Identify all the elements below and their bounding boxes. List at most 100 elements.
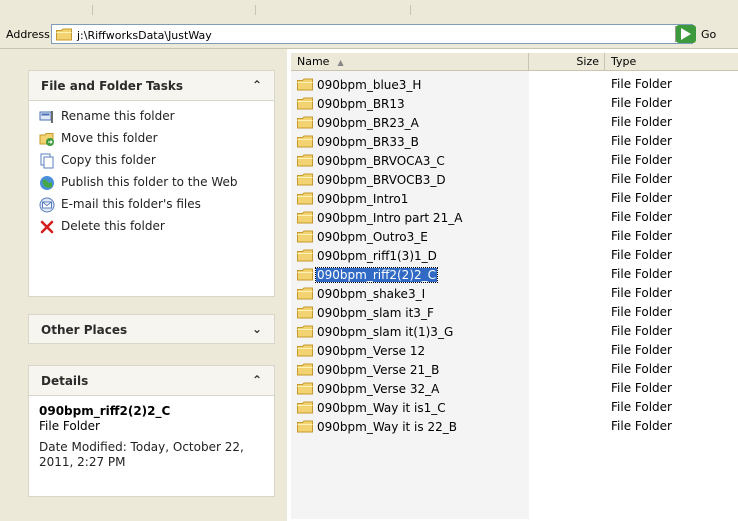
task-move-folder[interactable]: Move this folder bbox=[39, 131, 264, 147]
file-name-cell[interactable]: 090bpm_BRVOCA3_C bbox=[297, 152, 446, 169]
list-item[interactable]: 090bpm_Intro1 File Folder bbox=[291, 189, 738, 208]
go-label: Go bbox=[701, 27, 717, 41]
list-item[interactable]: 090bpm_BR33_B File Folder bbox=[291, 132, 738, 151]
file-folder-tasks-panel: File and Folder Tasks ⌃ Rename this fold… bbox=[28, 70, 275, 297]
column-header-type[interactable]: Type bbox=[605, 53, 738, 70]
list-item-selected[interactable]: 090bpm_riff2(2)2_C File Folder bbox=[291, 265, 738, 284]
delete-icon bbox=[40, 220, 54, 234]
list-item[interactable]: 090bpm_riff1(3)1_D File Folder bbox=[291, 246, 738, 265]
file-name-cell[interactable]: 090bpm_Verse 12 bbox=[297, 342, 426, 359]
address-field[interactable]: j:\RiffworksData\JustWay ▼ bbox=[51, 24, 693, 44]
folder-icon bbox=[297, 325, 313, 338]
list-item[interactable]: 090bpm_shake3_I File Folder bbox=[291, 284, 738, 303]
other-places-header[interactable]: Other Places ⌄ bbox=[28, 314, 275, 344]
file-name-cell[interactable]: 090bpm_blue3_H bbox=[297, 76, 422, 93]
file-folder-tasks-header[interactable]: File and Folder Tasks ⌃ bbox=[28, 70, 275, 100]
column-header-bar: Name ▲ Size Type bbox=[291, 53, 738, 71]
file-name: 090bpm_riff1(3)1_D bbox=[317, 248, 437, 263]
file-type: File Folder bbox=[611, 400, 672, 414]
folder-icon bbox=[297, 135, 313, 148]
folder-icon bbox=[297, 306, 313, 319]
file-type: File Folder bbox=[611, 115, 672, 129]
folder-icon bbox=[297, 249, 313, 262]
file-name: 090bpm_BR23_A bbox=[317, 115, 419, 130]
list-item[interactable]: 090bpm_Outro3_E File Folder bbox=[291, 227, 738, 246]
file-type: File Folder bbox=[611, 210, 672, 224]
task-email-files[interactable]: E-mail this folder's files bbox=[39, 197, 264, 213]
panel-title: Other Places bbox=[41, 323, 128, 337]
folder-icon bbox=[297, 116, 313, 129]
column-header-label: Type bbox=[611, 55, 637, 68]
file-name-cell[interactable]: 090bpm_BR13 bbox=[297, 95, 406, 112]
go-button[interactable]: Go bbox=[676, 24, 716, 44]
panel-title: File and Folder Tasks bbox=[41, 79, 184, 93]
list-item[interactable]: 090bpm_Way it is1_C File Folder bbox=[291, 398, 738, 417]
file-name-cell[interactable]: 090bpm_Outro3_E bbox=[297, 228, 429, 245]
list-item[interactable]: 090bpm_slam it(1)3_G File Folder bbox=[291, 322, 738, 341]
list-item[interactable]: 090bpm_slam it3_F File Folder bbox=[291, 303, 738, 322]
file-name-cell[interactable]: 090bpm_BRVOCB3_D bbox=[297, 171, 447, 188]
list-item[interactable]: 090bpm_Verse 21_B File Folder bbox=[291, 360, 738, 379]
list-item[interactable]: 090bpm_BRVOCA3_C File Folder bbox=[291, 151, 738, 170]
column-header-size[interactable]: Size bbox=[529, 53, 605, 70]
folder-icon bbox=[297, 287, 313, 300]
list-item[interactable]: 090bpm_BRVOCB3_D File Folder bbox=[291, 170, 738, 189]
file-name-cell[interactable]: 090bpm_Intro1 bbox=[297, 190, 409, 207]
file-type: File Folder bbox=[611, 324, 672, 338]
task-delete-folder[interactable]: Delete this folder bbox=[39, 219, 264, 235]
list-item[interactable]: 090bpm_BR23_A File Folder bbox=[291, 113, 738, 132]
file-name-cell[interactable]: 090bpm_Way it is 22_B bbox=[297, 418, 458, 435]
file-name-cell[interactable]: 090bpm_Verse 32_A bbox=[297, 380, 440, 397]
go-arrow-icon bbox=[676, 25, 696, 43]
task-copy-folder[interactable]: Copy this folder bbox=[39, 153, 264, 169]
task-pane: File and Folder Tasks ⌃ Rename this fold… bbox=[0, 49, 287, 521]
list-item[interactable]: 090bpm_blue3_H File Folder bbox=[291, 75, 738, 94]
tasks-list: Rename this folder Move this folder Copy… bbox=[28, 100, 275, 297]
task-label: E-mail this folder's files bbox=[61, 197, 201, 211]
list-item[interactable]: 090bpm_Verse 32_A File Folder bbox=[291, 379, 738, 398]
file-name: 090bpm_Way it is1_C bbox=[317, 400, 446, 415]
file-name: 090bpm_Outro3_E bbox=[317, 229, 428, 244]
folder-icon bbox=[56, 28, 72, 41]
file-name-cell[interactable]: 090bpm_Verse 21_B bbox=[297, 361, 440, 378]
file-type: File Folder bbox=[611, 229, 672, 243]
list-item[interactable]: 090bpm_Way it is 22_B File Folder bbox=[291, 417, 738, 436]
task-label: Publish this folder to the Web bbox=[61, 175, 238, 189]
task-publish-folder[interactable]: Publish this folder to the Web bbox=[39, 175, 264, 191]
file-name-cell[interactable]: 090bpm_Way it is1_C bbox=[297, 399, 447, 416]
file-name-cell[interactable]: 090bpm_slam it(1)3_G bbox=[297, 323, 454, 340]
folder-icon bbox=[297, 344, 313, 357]
folder-icon bbox=[297, 268, 313, 281]
file-name-cell[interactable]: 090bpm_riff2(2)2_C bbox=[297, 266, 439, 283]
collapse-chevron-icon[interactable]: ⌃ bbox=[252, 78, 262, 92]
file-type: File Folder bbox=[611, 267, 672, 281]
column-header-name[interactable]: Name ▲ bbox=[291, 53, 529, 70]
file-list-view[interactable]: Name ▲ Size Type 090bpm_blue3_H File Folde… bbox=[287, 49, 738, 521]
other-places-panel: Other Places ⌄ bbox=[28, 314, 275, 344]
list-item[interactable]: 090bpm_BR13 File Folder bbox=[291, 94, 738, 113]
file-name: 090bpm_Verse 32_A bbox=[317, 381, 440, 396]
folder-icon bbox=[297, 363, 313, 376]
list-item[interactable]: 090bpm_Intro part 21_A File Folder bbox=[291, 208, 738, 227]
list-item[interactable]: 090bpm_Verse 12 File Folder bbox=[291, 341, 738, 360]
collapse-chevron-icon[interactable]: ⌃ bbox=[252, 373, 262, 387]
column-header-label: Name bbox=[297, 55, 330, 68]
expand-chevron-icon[interactable]: ⌄ bbox=[252, 322, 262, 336]
file-type: File Folder bbox=[611, 248, 672, 262]
folder-icon bbox=[297, 78, 313, 91]
file-name: 090bpm_shake3_I bbox=[317, 286, 426, 301]
file-type: File Folder bbox=[611, 381, 672, 395]
file-name-cell[interactable]: 090bpm_BR23_A bbox=[297, 114, 420, 131]
file-name-cell[interactable]: 090bpm_riff1(3)1_D bbox=[297, 247, 438, 264]
toolbar-separator bbox=[255, 5, 256, 15]
file-name-cell[interactable]: 090bpm_slam it3_F bbox=[297, 304, 435, 321]
file-name-cell[interactable]: 090bpm_shake3_I bbox=[297, 285, 426, 302]
folder-icon bbox=[297, 230, 313, 243]
task-label: Copy this folder bbox=[61, 153, 156, 167]
task-rename-folder[interactable]: Rename this folder bbox=[39, 109, 264, 125]
details-header[interactable]: Details ⌃ bbox=[28, 365, 275, 395]
copy-icon bbox=[40, 153, 54, 169]
file-name-cell[interactable]: 090bpm_BR33_B bbox=[297, 133, 420, 150]
file-name-cell[interactable]: 090bpm_Intro part 21_A bbox=[297, 209, 463, 226]
sort-ascending-icon: ▲ bbox=[337, 58, 344, 67]
